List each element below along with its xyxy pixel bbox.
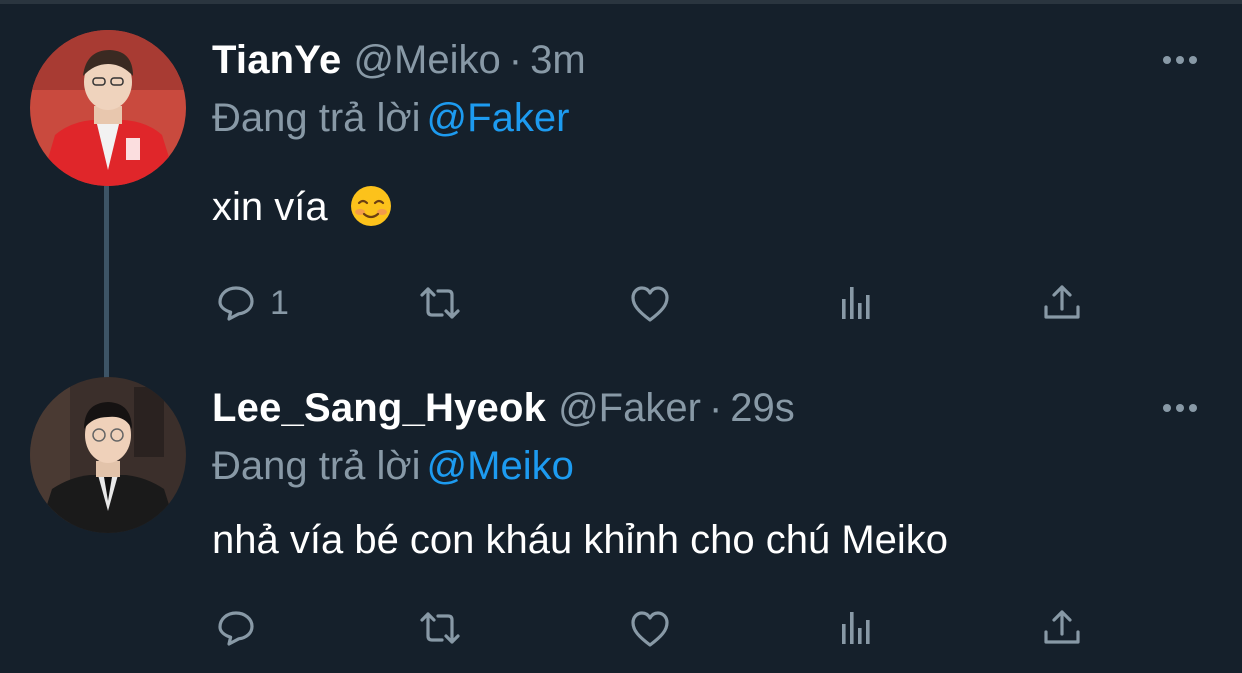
share-icon [1044,610,1080,644]
user-handle[interactable]: @Faker [558,386,701,430]
tweet-body: xin vía [212,185,328,229]
tweet[interactable]: Lee_Sang_Hyeok @Faker · 29s Đang trả lời @Me… [0,345,1242,673]
mention-link[interactable]: @Faker [427,96,570,140]
reply-count: 1 [270,283,289,322]
retweet-icon [420,612,460,644]
like-button[interactable] [626,278,674,328]
retweet-icon [420,287,460,319]
analytics-button[interactable] [832,603,880,653]
like-icon [631,286,669,322]
avatar[interactable] [30,30,186,186]
share-button[interactable] [1038,278,1086,328]
timestamp[interactable]: 3m [530,38,586,82]
tweet[interactable]: TianYe @Meiko · 3m Đang trả lời @Faker xin v… [0,0,1242,382]
share-button[interactable] [1038,603,1086,653]
replying-prefix: Đang trả lời [212,444,421,488]
reply-icon [218,611,254,646]
reply-icon [218,286,254,321]
analytics-button[interactable] [832,278,880,328]
timestamp[interactable]: 29s [730,386,795,430]
analytics-icon [842,287,870,319]
replying-to: Đang trả lời @Faker [212,93,569,143]
user-handle[interactable]: @Meiko [353,38,500,82]
avatar[interactable] [30,377,186,533]
analytics-icon [842,612,870,644]
retweet-button[interactable] [416,278,464,328]
avatar-image [30,377,186,533]
tweet-header: Lee_Sang_Hyeok @Faker · 29s [212,383,795,433]
more-icon[interactable] [1160,50,1200,70]
retweet-button[interactable] [416,603,464,653]
tweet-text: nhả vía bé con kháu khỉnh cho chú Meiko [212,515,948,565]
avatar-image [30,30,186,186]
more-icon[interactable] [1160,398,1200,418]
replying-prefix: Đang trả lời [212,96,421,140]
smiling-face-icon [350,186,391,226]
mention-link[interactable]: @Meiko [427,444,574,488]
tweet-header: TianYe @Meiko · 3m [212,35,586,85]
separator-dot: · [508,38,523,82]
share-icon [1044,285,1080,319]
like-button[interactable] [626,603,674,653]
tweet-actions: 1 [212,278,1112,328]
reply-button[interactable]: 1 [212,278,289,328]
tweet-actions [212,603,1112,653]
like-icon [631,611,669,647]
tweet-text: xin vía [212,182,393,232]
reply-button[interactable] [212,603,260,653]
separator-dot: · [708,386,723,430]
replying-to: Đang trả lời @Meiko [212,441,574,491]
display-name[interactable]: TianYe [212,38,341,82]
display-name[interactable]: Lee_Sang_Hyeok [212,386,546,430]
tweet-body: nhả vía bé con kháu khỉnh cho chú Meiko [212,518,949,562]
